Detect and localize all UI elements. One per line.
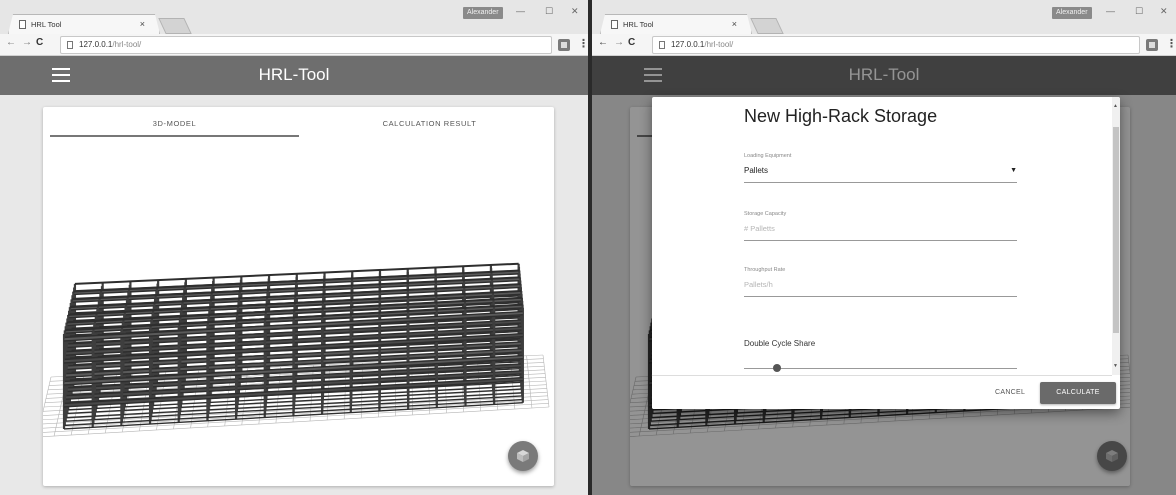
card-tabs: 3D-MODEL CALCULATION RESULT: [43, 107, 554, 139]
browser-window-left: HRL Tool × Alexander — ☐ ✕ ← → C 127.0.0…: [0, 0, 588, 495]
new-tab-button[interactable]: [158, 18, 192, 34]
rack-3d-model[interactable]: [43, 139, 554, 486]
cancel-button[interactable]: CANCEL: [995, 389, 1025, 396]
storage-capacity-placeholder: # Palletts: [744, 224, 775, 233]
loading-equipment-select[interactable]: Loading Equipment Pallets ▼: [744, 153, 1017, 183]
scroll-thumb[interactable]: [1113, 127, 1119, 333]
reload-icon[interactable]: C: [36, 37, 43, 48]
throughput-rate-placeholder: Pallets/h: [744, 280, 773, 289]
page-info-icon[interactable]: [67, 41, 73, 49]
maximize-icon[interactable]: ☐: [1135, 6, 1143, 17]
forward-icon[interactable]: →: [22, 37, 32, 48]
page-info-icon[interactable]: [659, 41, 665, 49]
url-host: 127.0.0.1: [79, 40, 113, 49]
tab-title: HRL Tool: [31, 20, 62, 29]
address-bar: ← → C 127.0.0.1/hrl-tool/ ⋮: [0, 34, 588, 56]
storage-capacity-label: Storage Capacity: [744, 211, 787, 217]
throughput-rate-label: Throughput Rate: [744, 267, 786, 273]
extension-icon[interactable]: [1146, 39, 1158, 51]
extension-icon[interactable]: [558, 39, 570, 51]
url-host: 127.0.0.1: [671, 40, 705, 49]
profile-button[interactable]: Alexander: [463, 7, 503, 19]
slider-knob[interactable]: [772, 364, 781, 372]
loading-equipment-label: Loading Equipment: [744, 153, 792, 159]
app-bar: HRL-Tool: [0, 56, 588, 95]
tab-strip: HRL Tool × Alexander — ☐ ✕: [0, 0, 588, 34]
tab-calculation-result[interactable]: CALCULATION RESULT: [305, 119, 554, 128]
minimize-icon[interactable]: —: [1106, 6, 1115, 16]
dialog-scrollbar[interactable]: ▲ ▼: [1112, 97, 1120, 375]
tab-strip: HRL Tool × Alexander — ☐ ✕: [592, 0, 1176, 34]
throughput-rate-field[interactable]: Throughput Rate Pallets/h: [744, 267, 1017, 297]
url-input[interactable]: 127.0.0.1/hrl-tool/: [652, 36, 1140, 54]
url-path: /hrl-tool/: [112, 40, 142, 49]
app-content: 3D-MODEL CALCULATION RESULT: [0, 95, 588, 495]
profile-button[interactable]: Alexander: [1052, 7, 1092, 19]
minimize-icon[interactable]: —: [516, 6, 525, 16]
loading-equipment-value: Pallets: [744, 166, 769, 175]
browser-window-right: HRL Tool × Alexander — ☐ ✕ ← → C 127.0.0…: [592, 0, 1176, 495]
address-bar: ← → C 127.0.0.1/hrl-tool/ ⋮: [592, 34, 1176, 56]
dialog-title: New High-Rack Storage: [744, 106, 938, 126]
close-window-icon[interactable]: ✕: [571, 6, 579, 17]
field-underline: [744, 296, 1017, 297]
back-icon[interactable]: ←: [6, 37, 16, 48]
active-tab-indicator: [50, 135, 299, 137]
maximize-icon[interactable]: ☐: [545, 6, 553, 17]
calculate-button[interactable]: CALCULATE: [1040, 382, 1116, 404]
model-card: 3D-MODEL CALCULATION RESULT: [43, 107, 554, 486]
view-3d-button[interactable]: [508, 441, 538, 471]
tab-title: HRL Tool: [623, 20, 654, 29]
scroll-up-icon[interactable]: ▲: [1113, 103, 1118, 109]
scroll-down-icon[interactable]: ▼: [1113, 363, 1118, 369]
double-cycle-share-label: Double Cycle Share: [744, 339, 816, 348]
dialog-actions: CANCEL CALCULATE: [652, 375, 1116, 409]
tab-3d-model[interactable]: 3D-MODEL: [50, 119, 299, 128]
field-underline: [744, 182, 1017, 183]
new-tab-button[interactable]: [750, 18, 784, 34]
field-underline: [744, 240, 1017, 241]
forward-icon[interactable]: →: [614, 37, 624, 48]
url-input[interactable]: 127.0.0.1/hrl-tool/: [60, 36, 552, 54]
storage-capacity-field[interactable]: Storage Capacity # Palletts: [744, 211, 1017, 241]
browser-tab[interactable]: HRL Tool ×: [8, 14, 160, 34]
tab-close-icon[interactable]: ×: [140, 15, 145, 34]
tab-close-icon[interactable]: ×: [732, 15, 737, 34]
reload-icon[interactable]: C: [628, 37, 635, 48]
close-window-icon[interactable]: ✕: [1160, 6, 1168, 17]
cube-icon: [517, 450, 529, 462]
page-icon: [19, 20, 26, 29]
page-icon: [611, 20, 618, 29]
url-path: /hrl-tool/: [704, 40, 734, 49]
dropdown-caret-icon: ▼: [1010, 167, 1017, 174]
back-icon[interactable]: ←: [598, 37, 608, 48]
new-storage-dialog: New High-Rack Storage Loading Equipment …: [652, 97, 1120, 409]
browser-menu-icon[interactable]: ⋮: [578, 37, 588, 50]
app-title: HRL-Tool: [258, 65, 330, 84]
double-cycle-share-slider[interactable]: [744, 368, 1017, 369]
browser-tab[interactable]: HRL Tool ×: [600, 14, 752, 34]
browser-menu-icon[interactable]: ⋮: [1166, 37, 1176, 50]
